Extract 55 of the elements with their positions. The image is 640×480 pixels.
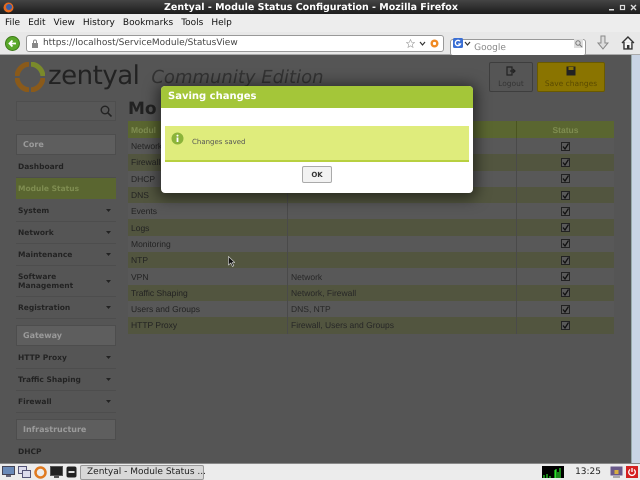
google-icon[interactable] <box>453 38 464 48</box>
section-header: Infrastructure <box>16 419 116 440</box>
caret-icon[interactable] <box>464 40 472 46</box>
checkbox[interactable] <box>561 256 570 265</box>
lock-screen-icon[interactable] <box>610 466 623 478</box>
checkbox[interactable] <box>561 288 570 298</box>
menu-item[interactable]: Bookmarks <box>118 18 178 28</box>
menu-item[interactable]: View <box>50 18 79 28</box>
checkbox[interactable] <box>561 206 570 216</box>
terminal-icon[interactable] <box>50 466 63 478</box>
exit-icon <box>506 66 516 76</box>
home-icon[interactable] <box>620 35 636 51</box>
scrollbar[interactable] <box>631 55 640 463</box>
caret-icon[interactable] <box>419 40 426 46</box>
maximize-icon[interactable] <box>619 4 626 10</box>
search-icon <box>100 105 112 117</box>
search-icon[interactable] <box>574 38 584 48</box>
lock-icon <box>30 38 39 48</box>
desktop-icon[interactable] <box>2 466 15 478</box>
checkbox[interactable] <box>561 158 570 167</box>
checkbox[interactable] <box>561 320 570 330</box>
checkbox[interactable] <box>561 272 570 282</box>
section-header: Core <box>16 134 116 155</box>
checkbox[interactable] <box>561 142 570 151</box>
checkbox[interactable] <box>561 174 570 184</box>
section-header: Gateway <box>16 325 116 346</box>
cursor-icon <box>228 256 235 267</box>
checkbox[interactable] <box>561 223 570 232</box>
back-icon[interactable] <box>5 36 20 50</box>
firefox-icon <box>3 2 14 12</box>
drive-icon[interactable] <box>66 466 77 478</box>
floppy-icon <box>566 66 576 76</box>
info-icon <box>171 132 184 145</box>
taskbar-button[interactable]: Zentyal - Module Status ... <box>80 464 204 480</box>
search-field[interactable] <box>16 101 116 121</box>
checkbox[interactable] <box>561 190 570 200</box>
checkbox[interactable] <box>561 239 570 248</box>
address-field[interactable]: https://localhost/ServiceModule/StatusView <box>26 34 444 52</box>
feed-icon[interactable] <box>430 38 440 48</box>
close-icon[interactable] <box>630 4 637 10</box>
menu-item[interactable]: History <box>78 18 119 28</box>
power-icon[interactable] <box>626 466 638 478</box>
clock: 13:25 <box>575 467 601 477</box>
cpu-graph-icon <box>542 466 564 478</box>
star-icon[interactable] <box>406 38 416 48</box>
menu-item[interactable]: File <box>1 18 24 28</box>
logo-ring-icon <box>15 62 45 92</box>
window-title: Zentyal - Module Status Configuration - Mozilla Firefox <box>163 2 459 12</box>
windows-icon[interactable] <box>18 466 31 478</box>
download-icon[interactable] <box>596 35 610 51</box>
menu-item[interactable]: Edit <box>24 18 50 28</box>
menu-item[interactable]: Tools <box>177 18 208 28</box>
dialog-title: Saving changes <box>161 86 473 108</box>
menu-item[interactable]: Help <box>207 18 236 28</box>
checkbox[interactable] <box>561 304 570 314</box>
